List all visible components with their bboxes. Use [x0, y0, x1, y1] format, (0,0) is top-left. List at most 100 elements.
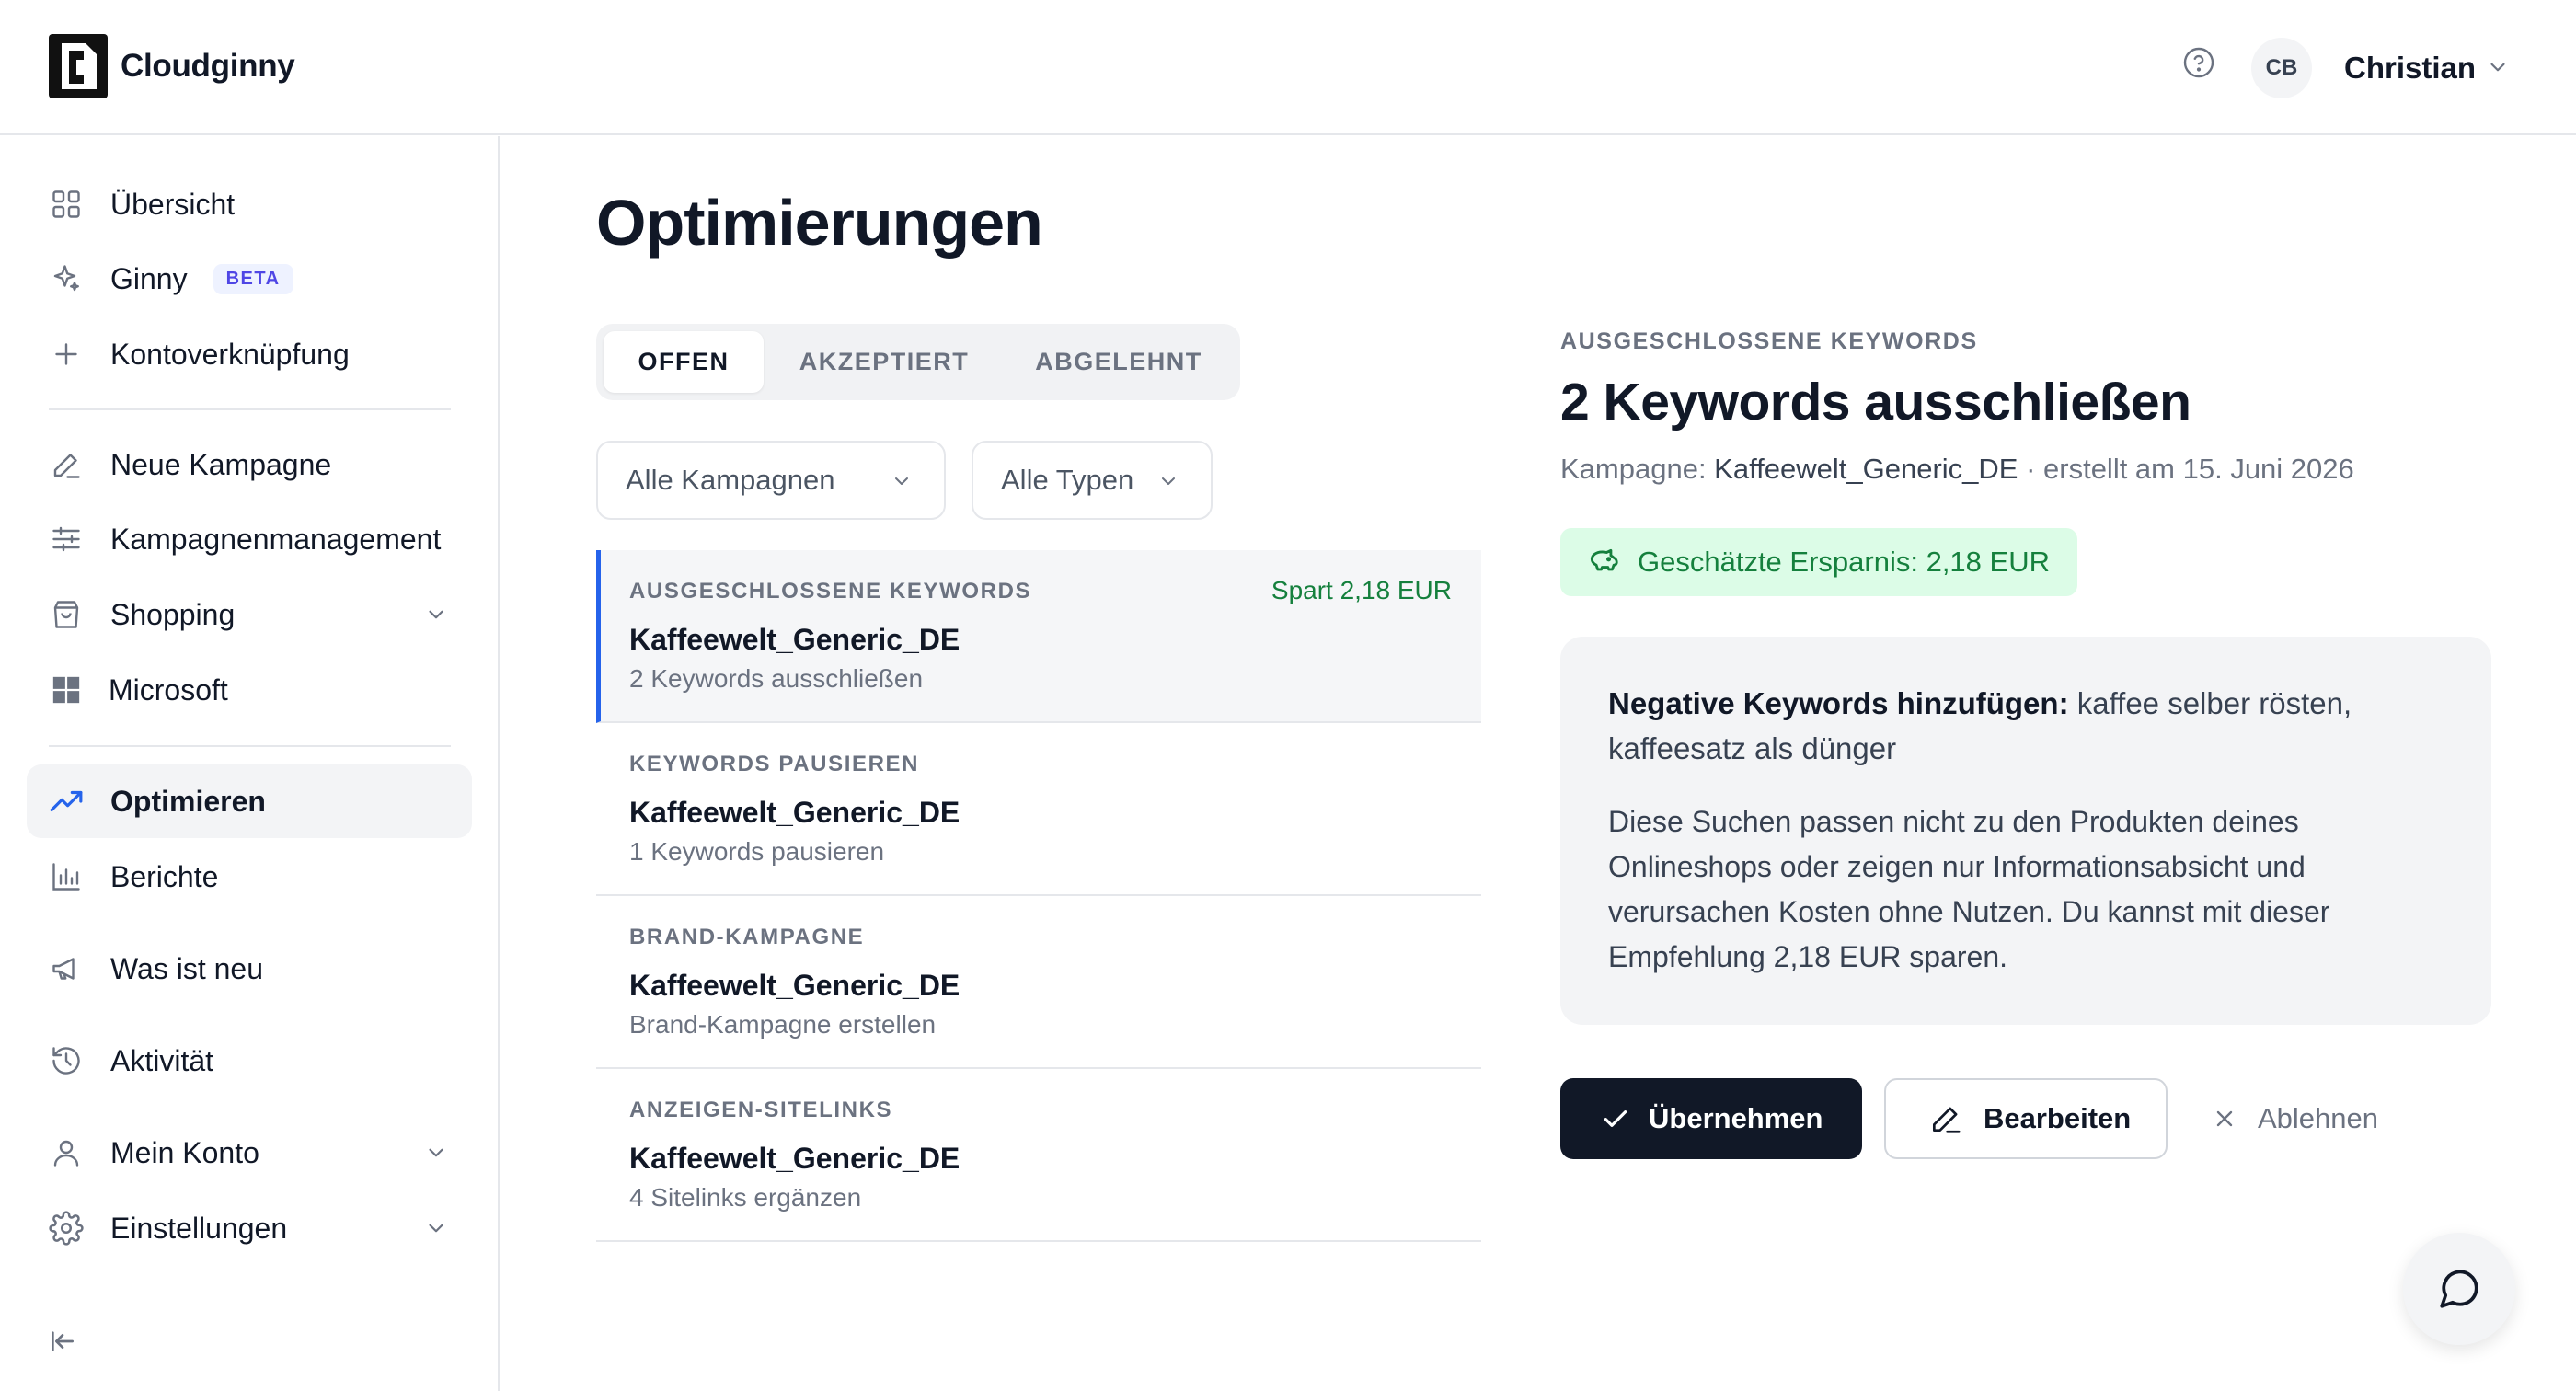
sidebar-item-label: Aktivität	[110, 1043, 214, 1077]
list-item[interactable]: KEYWORDS PAUSIEREN Kaffeewelt_Generic_DE…	[596, 723, 1481, 896]
reject-button-label: Ablehnen	[2258, 1102, 2379, 1134]
sidebar-item-label: Was ist neu	[110, 951, 263, 985]
sidebar-item-label: Berichte	[110, 859, 219, 893]
list-item[interactable]: ANZEIGEN-SITELINKS Kaffeewelt_Generic_DE…	[596, 1069, 1481, 1242]
list-item-title: Kaffeewelt_Generic_DE	[629, 796, 960, 829]
card-description: Diese Suchen passen nicht zu den Produkt…	[1608, 805, 2330, 973]
type-filter-select[interactable]: Alle Typen	[972, 441, 1213, 520]
sidebar-item-label: Optimieren	[110, 784, 266, 818]
recommendation-card: Negative Keywords hinzufügen: kaffee sel…	[1560, 637, 2491, 1025]
campaign-filter-select[interactable]: Alle Kampagnen	[596, 441, 946, 520]
accept-button-label: Übernehmen	[1649, 1102, 1823, 1134]
list-item-title: Kaffeewelt_Generic_DE	[629, 1142, 960, 1175]
sidebar-item-shopping[interactable]: Shopping	[27, 578, 472, 651]
sliders-icon	[49, 522, 84, 557]
list-item-type: AUSGESCHLOSSENE KEYWORDS	[629, 579, 1032, 604]
detail-title: 2 Keywords ausschließen	[1560, 373, 2191, 431]
sidebar-item-ginny[interactable]: Ginny BETA	[27, 242, 472, 316]
list-item-savings: Spart 2,18 EUR	[1271, 576, 1452, 604]
sidebar-item-optimieren[interactable]: Optimieren	[27, 764, 472, 838]
piggy-bank-icon	[1590, 548, 1618, 571]
chevron-down-icon[interactable]	[424, 1141, 448, 1165]
sidebar-item-was-ist-neu[interactable]: Was ist neu	[27, 932, 472, 1006]
sidebar-divider	[49, 745, 451, 747]
sidebar-item-berichte[interactable]: Berichte	[27, 840, 472, 914]
check-icon	[1604, 1110, 1627, 1127]
chevron-down-icon[interactable]	[2486, 55, 2510, 79]
sidebar-item-kontoverknuepfung[interactable]: Kontoverknüpfung	[27, 317, 472, 391]
sidebar-item-uebersicht[interactable]: Übersicht	[27, 167, 472, 241]
type-filter-value: Alle Typen	[1001, 464, 1134, 496]
sidebar-item-kampagnenmanagement[interactable]: Kampagnenmanagement	[27, 502, 472, 576]
sidebar-item-neue-kampagne[interactable]: Neue Kampagne	[27, 428, 472, 501]
tab-abgelehnt[interactable]: ABGELEHNT	[1005, 331, 1233, 393]
sidebar-item-microsoft[interactable]: Microsoft	[27, 653, 472, 727]
pencil-icon	[1932, 1107, 1961, 1133]
sidebar-item-label: Einstellungen	[110, 1211, 288, 1245]
sidebar-item-label: Kontoverknüpfung	[110, 337, 350, 371]
chat-bubble-icon	[2440, 1270, 2478, 1308]
edit-button-label: Bearbeiten	[1984, 1102, 2132, 1134]
user-avatar[interactable]: CB	[2251, 38, 2312, 98]
history-icon	[49, 1043, 84, 1078]
gear-icon	[49, 1211, 84, 1246]
tab-offen[interactable]: OFFEN	[604, 331, 764, 393]
grid-icon	[49, 187, 84, 222]
megaphone-icon	[49, 951, 84, 986]
user-icon	[49, 1135, 84, 1170]
cloudginny-logo-icon	[49, 34, 108, 98]
chevron-down-icon	[1162, 477, 1175, 485]
list-item-subtitle: 1 Keywords pausieren	[629, 837, 885, 866]
detail-campaign: Kaffeewelt_Generic_DE	[1714, 453, 2018, 485]
tab-akzeptiert[interactable]: AKZEPTIERT	[764, 331, 1005, 393]
chat-button[interactable]	[2403, 1233, 2515, 1345]
chevron-down-icon[interactable]	[424, 1216, 448, 1240]
collapse-sidebar-icon[interactable]	[48, 1327, 77, 1356]
sidebar-item-mein-konto[interactable]: Mein Konto	[27, 1116, 472, 1190]
sidebar-item-label: Kampagnenmanagement	[110, 522, 442, 556]
list-item[interactable]: BRAND-KAMPAGNE Kaffeewelt_Generic_DE Bra…	[596, 896, 1481, 1069]
reject-button[interactable]: Ablehnen	[2212, 1078, 2396, 1159]
sidebar-divider	[49, 408, 451, 410]
sparkle-icon	[49, 261, 84, 296]
shopping-bag-icon	[49, 597, 84, 632]
user-name[interactable]: Christian	[2344, 51, 2476, 86]
pencil-icon	[49, 447, 84, 482]
sidebar-item-label: Ginny	[110, 261, 188, 295]
accept-button[interactable]: Übernehmen	[1560, 1078, 1862, 1159]
sidebar-item-einstellungen[interactable]: Einstellungen	[27, 1191, 472, 1265]
list-item-title: Kaffeewelt_Generic_DE	[629, 969, 960, 1002]
sidebar-item-label: Übersicht	[110, 187, 236, 221]
chevron-down-icon[interactable]	[424, 603, 448, 627]
list-item-subtitle: Brand-Kampagne erstellen	[629, 1010, 937, 1039]
help-icon[interactable]	[2182, 46, 2215, 79]
list-item-type: ANZEIGEN-SITELINKS	[629, 1098, 893, 1122]
recommendation-list: AUSGESCHLOSSENE KEYWORDS Spart 2,18 EUR …	[596, 550, 1481, 1242]
app-name: Cloudginny	[121, 48, 295, 84]
sidebar-item-label: Microsoft	[109, 673, 228, 707]
sidebar-item-label: Shopping	[110, 597, 236, 631]
sidebar-item-label: Neue Kampagne	[110, 447, 332, 481]
detail-type: AUSGESCHLOSSENE KEYWORDS	[1560, 328, 1978, 354]
list-item-type: BRAND-KAMPAGNE	[629, 925, 865, 949]
savings-text: Geschätzte Ersparnis: 2,18 EUR	[1638, 546, 2050, 578]
edit-button[interactable]: Bearbeiten	[1884, 1078, 2168, 1159]
bar-chart-icon	[49, 859, 84, 894]
sidebar: Übersicht Ginny BETA Kontoverknüpfung Ne…	[0, 136, 500, 1391]
trending-up-icon	[49, 784, 84, 819]
beta-badge: BETA	[213, 263, 293, 294]
detail-meta: Kampagne: Kaffeewelt_Generic_DE · erstel…	[1560, 453, 2354, 486]
savings-badge: Geschätzte Ersparnis: 2,18 EUR	[1560, 528, 2077, 596]
list-item[interactable]: AUSGESCHLOSSENE KEYWORDS Spart 2,18 EUR …	[596, 550, 1481, 723]
detail-meta-suffix: · erstellt am 15. Juni 2026	[2018, 453, 2354, 485]
list-item-title: Kaffeewelt_Generic_DE	[629, 623, 960, 656]
page-title: Optimierungen	[596, 187, 1043, 259]
chevron-down-icon	[895, 477, 908, 485]
top-header: Cloudginny CB Christian	[0, 0, 2576, 135]
app-logo[interactable]: Cloudginny	[49, 34, 295, 98]
sidebar-item-aktivitaet[interactable]: Aktivität	[27, 1024, 472, 1098]
list-item-type: KEYWORDS PAUSIEREN	[629, 752, 920, 776]
plus-icon	[49, 337, 84, 372]
close-icon	[2216, 1110, 2233, 1127]
sidebar-item-label: Mein Konto	[110, 1135, 259, 1169]
